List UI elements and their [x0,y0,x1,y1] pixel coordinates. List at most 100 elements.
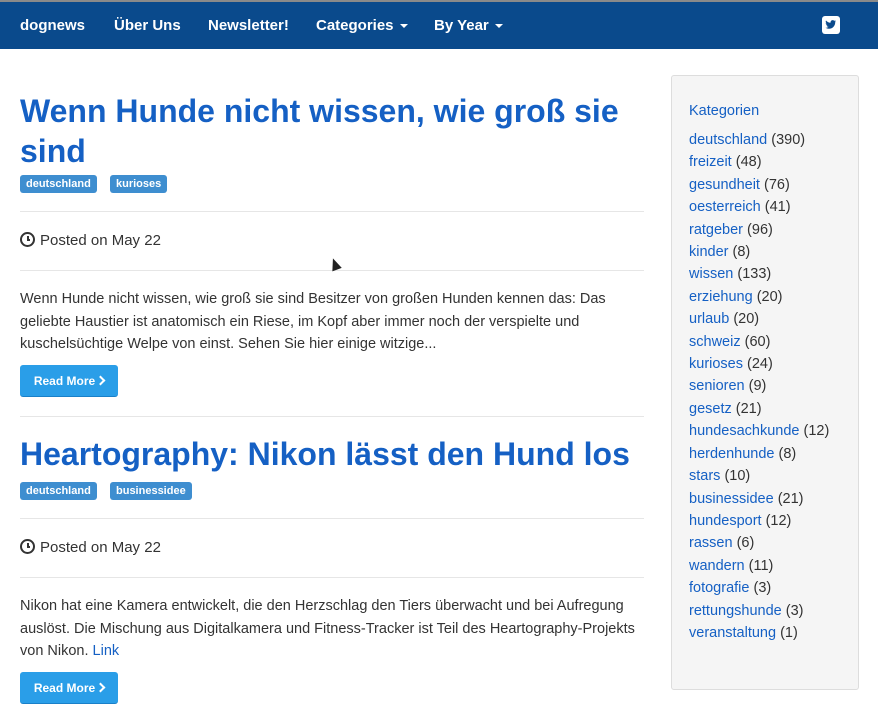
post-date: Posted on May 22 [20,231,161,251]
category-count: (12) [803,423,830,440]
post-date-text: Posted on May 22 [40,232,161,249]
post-excerpt: Nikon hat eine Kamera entwickelt, die de… [20,595,650,663]
category-count: (1) [780,624,798,641]
category-count: (41) [764,199,791,216]
caret-down-icon [494,24,503,29]
post-date: Posted on May 22 [20,538,161,558]
divider [20,518,644,519]
category-item: wandern (11) [689,555,849,577]
category-link-kinder[interactable]: kinder [689,244,729,260]
category-link-wandern[interactable]: wandern [689,558,745,574]
category-link-businessidee[interactable]: businessidee [689,491,774,507]
category-count: (390) [771,132,806,148]
category-item: deutschland (390) [689,129,849,151]
nav-by-year-label: By Year [434,17,489,34]
category-item: stars (10) [689,465,849,487]
category-item: rettungshunde (3) [689,600,849,622]
category-count: (24) [747,356,773,373]
category-item: ratgeber (96) [689,219,849,241]
category-count: (12) [765,512,792,529]
category-item: kurioses (24) [689,353,849,375]
chevron-right-icon [95,682,106,693]
category-link-oesterreich[interactable]: oesterreich [689,199,761,215]
read-more-button[interactable]: Read More [20,365,118,397]
nav-categories-dropdown[interactable]: Categories [316,2,408,49]
brand-link[interactable]: dognews [20,2,85,49]
category-link-wissen[interactable]: wissen [689,266,733,282]
category-link-erziehung[interactable]: erziehung [689,289,753,305]
category-count: (20) [756,288,783,305]
category-count: (21) [735,400,762,417]
category-item: fotografie (3) [689,577,849,599]
category-item: freizeit (48) [689,151,849,173]
category-count: (3) [785,602,804,619]
category-item: kinder (8) [689,241,849,263]
category-link-rettungshunde[interactable]: rettungshunde [689,603,782,619]
category-count: (11) [748,557,774,574]
category-count: (6) [736,535,755,552]
category-item: senioren (9) [689,375,849,397]
category-count: (96) [747,221,773,238]
category-item: schweiz (60) [689,331,849,353]
category-count: (21) [777,490,804,507]
category-item: hundesachkunde (12) [689,420,849,442]
category-link-veranstaltung[interactable]: veranstaltung [689,625,776,641]
divider [20,211,644,212]
post-title[interactable]: Wenn Hunde nicht wissen, wie groß sie si… [20,91,650,171]
categories-sidebar: Kategorien deutschland (390) freizeit (48… [671,75,859,690]
tag-deutschland[interactable]: deutschland [20,482,97,500]
category-item: rassen (6) [689,532,849,554]
nav-ueber-uns[interactable]: Über Uns [114,2,181,49]
category-link-kurioses[interactable]: kurioses [689,356,743,372]
category-count: (3) [753,580,772,597]
post-link[interactable]: Link [93,643,120,659]
category-link-hundesport[interactable]: hundesport [689,513,762,529]
category-item: wissen (133) [689,263,849,285]
category-link-schweiz[interactable]: schweiz [689,334,741,350]
category-link-gesundheit[interactable]: gesundheit [689,177,760,193]
twitter-icon[interactable] [822,16,840,34]
tag-deutschland[interactable]: deutschland [20,175,97,193]
chevron-right-icon [95,375,106,386]
read-more-label: Read More [33,681,96,695]
category-link-herdenhunde[interactable]: herdenhunde [689,446,774,462]
category-count: (76) [763,176,790,193]
category-link-fotografie[interactable]: fotografie [689,580,749,596]
category-item: hundesport (12) [689,510,849,532]
category-link-gesetz[interactable]: gesetz [689,401,732,417]
divider [20,416,644,417]
top-navbar: dognews Über Uns Newsletter! Categories … [0,0,878,49]
category-item: erziehung (20) [689,286,849,308]
category-item: veranstaltung (1) [689,622,849,644]
category-link-hundesachkunde[interactable]: hundesachkunde [689,423,799,439]
category-count: (133) [737,266,772,283]
category-link-deutschland[interactable]: deutschland [689,132,767,148]
category-count: (8) [778,445,797,462]
category-item: gesetz (21) [689,398,849,420]
post-title[interactable]: Heartography: Nikon lässt den Hund los [20,434,650,474]
category-link-senioren[interactable]: senioren [689,378,745,394]
category-link-rassen[interactable]: rassen [689,535,733,551]
category-link-ratgeber[interactable]: ratgeber [689,222,743,238]
category-list: deutschland (390) freizeit (48) gesundheit… [689,129,849,644]
category-item: urlaub (20) [689,308,849,330]
nav-newsletter[interactable]: Newsletter! [208,2,289,49]
sidebar-title: Kategorien [689,103,760,119]
post-excerpt: Wenn Hunde nicht wissen, wie groß sie si… [20,291,606,352]
category-item: businessidee (21) [689,488,849,510]
category-link-urlaub[interactable]: urlaub [689,311,729,327]
tag-businessidee[interactable]: businessidee [110,482,192,500]
read-more-button[interactable]: Read More [20,672,118,704]
nav-by-year-dropdown[interactable]: By Year [434,2,503,49]
category-count: (9) [748,378,767,395]
category-count: (20) [733,311,760,328]
category-link-freizeit[interactable]: freizeit [689,154,732,170]
category-count: (48) [735,154,762,171]
category-link-stars[interactable]: stars [689,468,720,484]
category-count: (60) [744,333,771,350]
tag-kurioses[interactable]: kurioses [110,175,168,193]
read-more-label: Read More [33,374,96,388]
caret-down-icon [399,24,408,29]
post-date-text: Posted on May 22 [40,539,161,556]
divider [20,577,644,578]
